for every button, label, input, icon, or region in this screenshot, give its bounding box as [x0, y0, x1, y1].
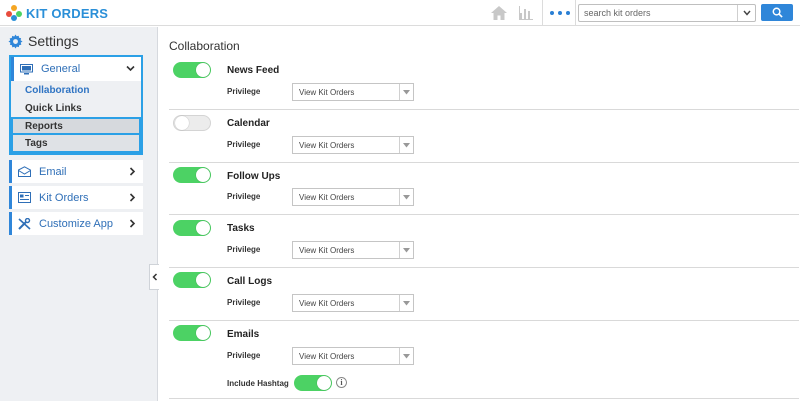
- divider: [542, 0, 543, 26]
- sidebar-item-reports[interactable]: Reports: [11, 117, 141, 135]
- collapse-sidebar-button[interactable]: [149, 264, 159, 290]
- privilege-select[interactable]: View Kit Orders: [292, 294, 414, 312]
- email-icon: [17, 166, 31, 178]
- divider: [575, 0, 576, 26]
- settings-heading: Settings: [8, 33, 79, 49]
- dropdown-caret-icon: [399, 348, 413, 364]
- search-box: [578, 4, 756, 22]
- sidebar-item-customize-app[interactable]: Customize App: [9, 212, 143, 235]
- chevron-right-icon: [129, 167, 136, 176]
- logo-mark-icon: [6, 5, 22, 21]
- section-title: News Feed: [227, 65, 280, 76]
- emails-toggle[interactable]: [173, 325, 211, 341]
- chevron-left-icon: [151, 273, 157, 281]
- sidebar-item-kit-orders[interactable]: Kit Orders: [9, 186, 143, 209]
- chevron-right-icon: [129, 193, 136, 202]
- privilege-label: Privilege: [227, 87, 261, 96]
- privilege-select[interactable]: View Kit Orders: [292, 241, 414, 259]
- sidebar-item-quick-links[interactable]: Quick Links: [11, 99, 141, 117]
- section-calendar: Calendar Privilege View Kit Orders: [169, 110, 799, 163]
- search-icon: [772, 7, 783, 18]
- privilege-label: Privilege: [227, 351, 261, 360]
- top-bar: KIT ORDERS: [0, 0, 800, 26]
- dropdown-caret-icon: [399, 189, 413, 205]
- sidebar-item-tags[interactable]: Tags: [11, 135, 141, 153]
- section-call-logs: Call Logs Privilege View Kit Orders: [169, 268, 799, 321]
- chevron-right-icon: [129, 219, 136, 228]
- privilege-select[interactable]: View Kit Orders: [292, 83, 414, 101]
- dropdown-caret-icon: [399, 84, 413, 100]
- home-icon[interactable]: [490, 4, 508, 22]
- privilege-select[interactable]: View Kit Orders: [292, 188, 414, 206]
- sidebar-item-general[interactable]: General: [11, 57, 141, 81]
- calendar-toggle[interactable]: [173, 115, 211, 131]
- section-title: Call Logs: [227, 276, 273, 287]
- section-title: Calendar: [227, 118, 270, 129]
- chevron-down-icon: [126, 65, 135, 72]
- section-title: Tasks: [227, 223, 255, 234]
- monitor-icon: [19, 63, 33, 75]
- main-content: Collaboration News Feed Privilege View K…: [159, 27, 800, 401]
- section-follow-ups: Follow Ups Privilege View Kit Orders: [169, 163, 799, 215]
- section-tasks: Tasks Privilege View Kit Orders: [169, 215, 799, 268]
- dropdown-caret-icon: [399, 137, 413, 153]
- include-hashtag-toggle[interactable]: [294, 375, 332, 391]
- gear-icon: [8, 33, 23, 49]
- privilege-label: Privilege: [227, 192, 261, 201]
- search-dropdown-chevron-icon[interactable]: [737, 5, 755, 21]
- search-input[interactable]: [579, 5, 737, 21]
- call-logs-toggle[interactable]: [173, 272, 211, 288]
- privilege-label: Privilege: [227, 140, 261, 149]
- more-dots-icon[interactable]: [550, 5, 570, 21]
- kit-orders-icon: [17, 192, 31, 204]
- section-emails: Emails Privilege View Kit Orders Include…: [169, 321, 799, 399]
- app-title: KIT ORDERS: [26, 5, 109, 21]
- search-button[interactable]: [761, 4, 793, 21]
- section-title: Follow Ups: [227, 171, 281, 182]
- sidebar: Settings General Collaboration Quick Lin…: [0, 27, 159, 401]
- include-hashtag-label: Include Hashtag: [227, 379, 289, 388]
- dropdown-caret-icon: [399, 242, 413, 258]
- section-title: Emails: [227, 329, 260, 340]
- chart-icon[interactable]: [518, 5, 534, 21]
- privilege-select[interactable]: View Kit Orders: [292, 347, 414, 365]
- dropdown-caret-icon: [399, 295, 413, 311]
- follow-ups-toggle[interactable]: [173, 167, 211, 183]
- tools-icon: [17, 217, 31, 230]
- section-news-feed: News Feed Privilege View Kit Orders: [169, 57, 799, 110]
- privilege-label: Privilege: [227, 245, 261, 254]
- page-title: Collaboration: [169, 39, 240, 53]
- privilege-label: Privilege: [227, 298, 261, 307]
- app-logo[interactable]: KIT ORDERS: [6, 4, 108, 22]
- sidebar-item-collaboration[interactable]: Collaboration: [11, 81, 141, 99]
- sidebar-item-email[interactable]: Email: [9, 160, 143, 183]
- news-feed-toggle[interactable]: [173, 62, 211, 78]
- tasks-toggle[interactable]: [173, 220, 211, 236]
- sidebar-group-general: General Collaboration Quick Links Report…: [9, 55, 143, 155]
- privilege-select[interactable]: View Kit Orders: [292, 136, 414, 154]
- info-icon[interactable]: i: [336, 377, 347, 388]
